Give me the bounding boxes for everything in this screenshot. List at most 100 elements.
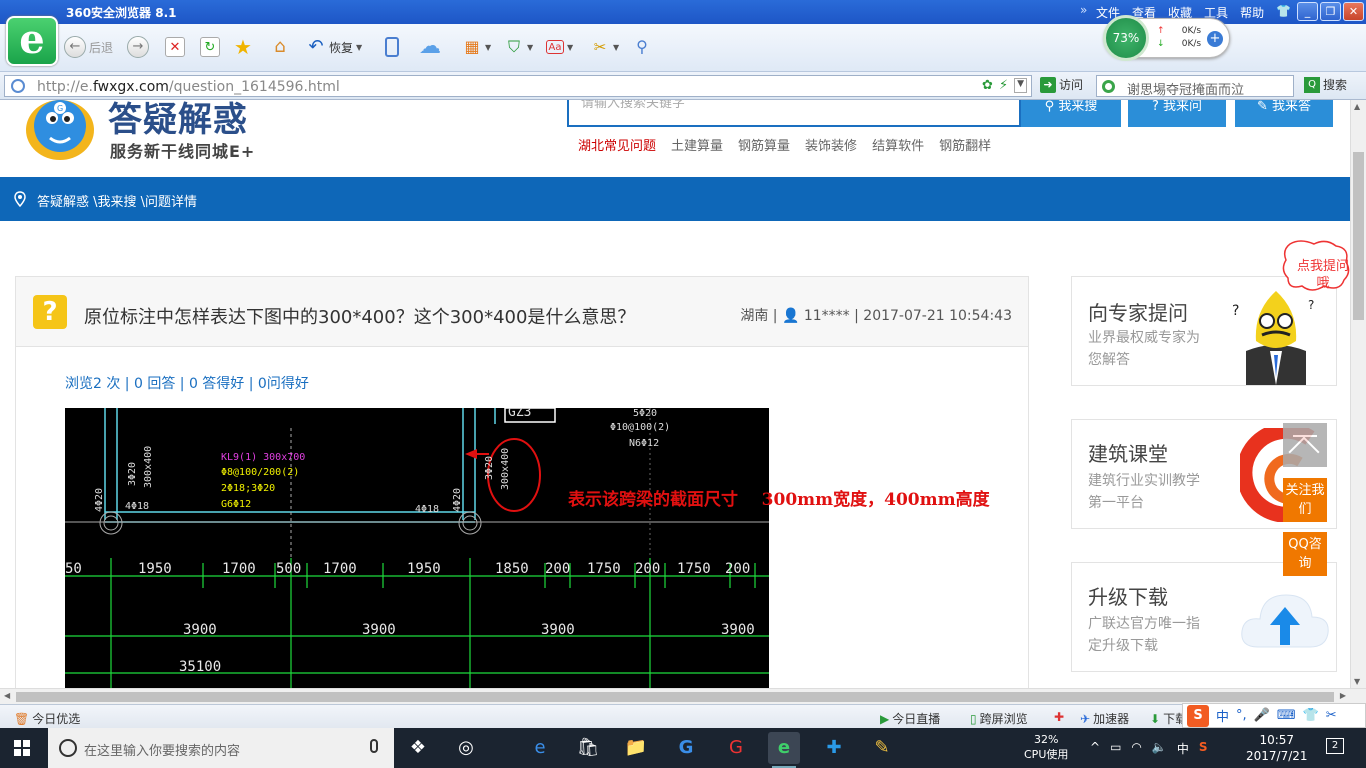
- browser-search-button[interactable]: Q 搜索: [1304, 76, 1347, 93]
- tools-icon[interactable]: ✂: [1326, 708, 1337, 723]
- network-speed-widget[interactable]: 73% ↑ 0K/s ↓ 0K/s +: [1103, 15, 1230, 61]
- forward-button[interactable]: →: [127, 36, 149, 58]
- quick-link-rebar[interactable]: 钢筋算量: [738, 135, 790, 154]
- upgrade-download-card[interactable]: 升级下载 广联达官方唯一指定升级下载: [1071, 562, 1337, 672]
- notes-app-icon[interactable]: ✎: [866, 732, 898, 764]
- sogou-logo-icon[interactable]: S: [1187, 704, 1209, 727]
- glodon-app2-icon[interactable]: G: [720, 732, 752, 764]
- cpu-meter[interactable]: 32% CPU使用: [1024, 732, 1068, 762]
- restore-button[interactable]: ↶ 恢复 ▼: [306, 36, 362, 58]
- glodon-app-icon[interactable]: G: [670, 732, 702, 764]
- cad-label-bars: 2Φ18;3Φ20: [221, 483, 275, 494]
- skin-icon[interactable]: 👕: [1276, 4, 1291, 21]
- horizontal-scrollbar[interactable]: ◀ ▶: [0, 688, 1366, 704]
- file-explorer-icon[interactable]: 📁: [620, 732, 652, 764]
- sogou-tray-icon[interactable]: S: [1199, 740, 1208, 757]
- edge-browser-icon[interactable]: e: [524, 732, 556, 764]
- accelerator-button[interactable]: ✈ 加速器: [1080, 710, 1129, 727]
- store-icon[interactable]: 🛍: [572, 732, 604, 764]
- favorite-button[interactable]: ★: [233, 36, 253, 58]
- wifi-icon[interactable]: ◠: [1131, 740, 1141, 757]
- sogou-ime-toolbar[interactable]: S 中 °, 🎤 ⌨ 👕 ✂: [1182, 703, 1366, 728]
- ask-bubble-text[interactable]: 点我提问哦: [1296, 258, 1350, 292]
- answer-button[interactable]: ✎ 我来答: [1235, 100, 1333, 127]
- vertical-scrollbar[interactable]: ▲ ▼: [1350, 100, 1366, 688]
- cross-icon-button[interactable]: ✚: [1054, 710, 1064, 724]
- breadcrumb[interactable]: 答疑解惑 \我来搜 \问题详情: [37, 191, 197, 210]
- question-user[interactable]: 11****: [804, 308, 850, 324]
- back-to-top-button[interactable]: [1283, 423, 1327, 467]
- mic-icon[interactable]: 🎤: [1254, 708, 1270, 723]
- menu-help[interactable]: 帮助: [1240, 4, 1264, 21]
- tray-ime[interactable]: 中: [1177, 740, 1189, 757]
- notification-center-icon[interactable]: 2: [1326, 738, 1344, 754]
- zoom-button[interactable]: ⚲: [632, 36, 652, 58]
- tray-expand-icon[interactable]: ^: [1090, 740, 1100, 757]
- mobile-button[interactable]: [385, 36, 399, 58]
- translate-button[interactable]: Aa ▼: [546, 36, 573, 58]
- clock-time: 10:57: [1259, 733, 1295, 747]
- task-view-icon[interactable]: ❖: [402, 732, 434, 764]
- stop-button[interactable]: ✕: [165, 36, 185, 58]
- keyboard-icon[interactable]: ⌨: [1277, 708, 1296, 723]
- maximize-button[interactable]: ❐: [1320, 2, 1341, 21]
- cad-label-4phi20-left: 4Φ20: [94, 488, 105, 512]
- scroll-left-icon[interactable]: ◀: [4, 691, 10, 700]
- quick-link-rebar-layout[interactable]: 钢筋翻样: [939, 135, 991, 154]
- app-swirl-icon[interactable]: ◎: [450, 732, 482, 764]
- search-engine-icon[interactable]: [1102, 80, 1115, 93]
- 360-browser-taskbar-icon[interactable]: e: [768, 732, 800, 768]
- cloud-button[interactable]: ☁: [414, 36, 446, 58]
- qq-consult-button[interactable]: QQ咨询: [1283, 532, 1327, 576]
- cross-screen-button[interactable]: ▯ 跨屏浏览: [970, 710, 1028, 727]
- live-button[interactable]: ▶ 今日直播: [880, 710, 940, 727]
- svg-text:?: ?: [1308, 298, 1314, 312]
- minimize-button[interactable]: _: [1297, 2, 1318, 21]
- mic-icon[interactable]: [370, 739, 378, 753]
- taskbar-search-box[interactable]: 在这里输入你要搜索的内容: [48, 728, 394, 768]
- ime-mode[interactable]: 中: [1216, 706, 1229, 725]
- vertical-scroll-thumb[interactable]: [1353, 152, 1364, 320]
- scroll-right-icon[interactable]: ▶: [1340, 691, 1346, 700]
- url-input[interactable]: http://e.fwxgx.com/question_1614596.html…: [4, 75, 1032, 97]
- search-button[interactable]: ⚲ 我来搜: [1021, 100, 1121, 127]
- security-button[interactable]: ⛉ ▼: [504, 36, 533, 58]
- screenshot-button[interactable]: ✂ ▼: [590, 36, 619, 58]
- follow-us-button[interactable]: 关注我们: [1283, 478, 1327, 522]
- lightning-icon[interactable]: ⚡: [999, 78, 1008, 93]
- quick-link-decoration[interactable]: 装饰装修: [805, 135, 857, 154]
- quick-link-hubei[interactable]: 湖北常见问题: [578, 135, 656, 154]
- browser-logo-icon[interactable]: e: [6, 16, 58, 66]
- volume-icon[interactable]: 🔈: [1152, 740, 1167, 757]
- close-button[interactable]: ✕: [1343, 2, 1364, 21]
- back-button[interactable]: ← 后退: [64, 36, 113, 58]
- compat-mode-icon[interactable]: ✿: [982, 78, 993, 93]
- quick-link-civil[interactable]: 土建算量: [671, 135, 723, 154]
- scroll-up-icon[interactable]: ▲: [1354, 102, 1360, 111]
- refresh-button[interactable]: ↻: [200, 36, 220, 58]
- plus-icon[interactable]: +: [1207, 31, 1223, 47]
- apps-button[interactable]: ▦ ▼: [462, 36, 491, 58]
- punctuation-icon[interactable]: °,: [1236, 708, 1247, 723]
- quick-link-settlement[interactable]: 结算软件: [872, 135, 924, 154]
- browser-search-input[interactable]: 谢思埸夺冠掩面而泣: [1096, 75, 1294, 98]
- go-button[interactable]: ➜ 访问: [1040, 76, 1083, 93]
- url-dropdown-icon[interactable]: ▼: [1014, 78, 1027, 93]
- battery-icon[interactable]: ▭: [1110, 740, 1121, 757]
- back-arrow-icon: ←: [64, 36, 86, 58]
- home-button[interactable]: ⌂: [270, 36, 290, 58]
- ask-button[interactable]: ? 我来问: [1128, 100, 1226, 127]
- skin-icon[interactable]: 👕: [1303, 708, 1319, 723]
- site-search-input[interactable]: 请输入搜索关键字: [567, 100, 1021, 127]
- horizontal-scroll-thumb[interactable]: [16, 692, 1334, 702]
- go-arrow-icon: ➜: [1040, 76, 1056, 93]
- today-picks-button[interactable]: 🗑 今日优选: [14, 710, 80, 727]
- site-logo-text[interactable]: 答疑解惑: [108, 100, 248, 141]
- windows-start-icon[interactable]: [14, 740, 30, 756]
- blue-app-icon[interactable]: ✚: [818, 732, 850, 764]
- more-menus-icon[interactable]: »: [1080, 3, 1087, 17]
- system-clock[interactable]: 10:57 2017/7/21: [1246, 732, 1308, 764]
- cad-label-kl: KL9(1) 300x700: [221, 452, 305, 463]
- scroll-down-icon[interactable]: ▼: [1354, 677, 1360, 686]
- question-header: ? 原位标注中怎样表达下图中的300*400？这个300*400是什么意思？ 湖…: [16, 277, 1028, 347]
